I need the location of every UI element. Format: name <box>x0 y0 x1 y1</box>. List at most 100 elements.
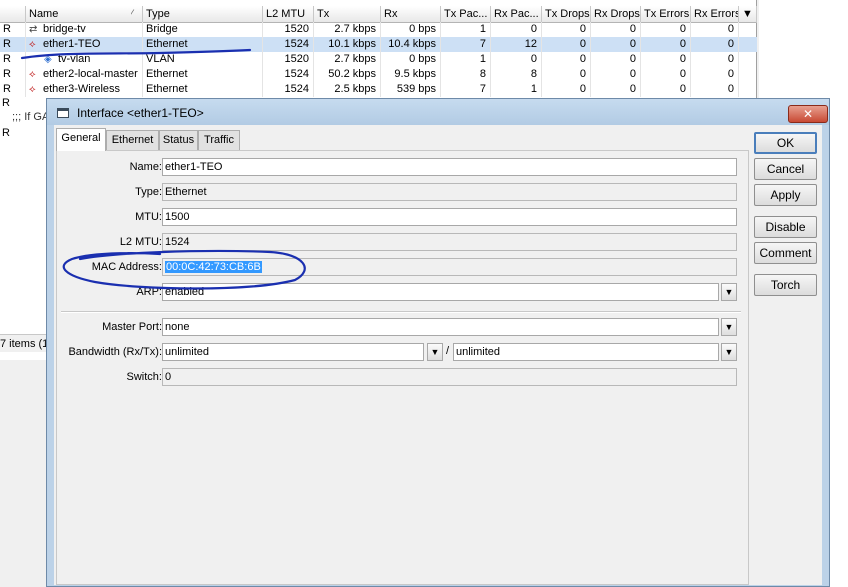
row-tx-errors: 0 <box>641 52 691 67</box>
switch-label: Switch: <box>126 371 162 383</box>
column-header-l2mtu[interactable]: L2 MTU <box>263 6 314 23</box>
table-row[interactable]: R ⟡ ether3-Wireless Ethernet 1524 2.5 kbp… <box>0 82 757 97</box>
dialog-body: General Ethernet Status Traffic Name: et… <box>54 125 822 585</box>
row-tx-drops: 0 <box>542 22 591 37</box>
column-header-flag[interactable] <box>0 6 26 23</box>
window-icon <box>57 108 69 118</box>
column-header-tx-packets[interactable]: Tx Pac... <box>441 6 491 23</box>
general-tab-panel: Name: ether1-TEO Type: Ethernet MTU: 150… <box>56 150 749 585</box>
row-rx-packets: 0 <box>491 22 542 37</box>
row-name: tv-vlan <box>58 53 91 65</box>
dialog-titlebar[interactable]: Interface <ether1-TEO> ✕ <box>47 99 829 125</box>
row-flag: R <box>0 22 26 37</box>
row-name-cell: ⟡ ether3-Wireless <box>26 82 143 97</box>
mtu-field[interactable]: 1500 <box>162 208 737 226</box>
tab-general[interactable]: General <box>56 128 106 151</box>
column-header-tx[interactable]: Tx <box>314 6 381 23</box>
ethernet-icon: ⟡ <box>29 69 36 80</box>
column-header-tx-drops[interactable]: Tx Drops <box>542 6 591 23</box>
row-name-cell: ⟡ ether1-TEO <box>26 37 143 52</box>
tab-traffic[interactable]: Traffic <box>198 130 240 150</box>
row-rx-errors: 0 <box>691 82 739 97</box>
type-field: Ethernet <box>162 183 737 201</box>
mac-address-label: MAC Address: <box>91 261 162 273</box>
row-tx: 50.2 kbps <box>314 67 381 82</box>
close-button[interactable]: ✕ <box>788 105 828 123</box>
column-header-name[interactable]: Name <box>26 6 143 23</box>
master-port-dropdown-icon[interactable]: ▼ <box>721 318 737 336</box>
master-port-select[interactable]: none <box>162 318 719 336</box>
column-header-rx-drops[interactable]: Rx Drops <box>591 6 641 23</box>
row-name: bridge-tv <box>43 23 86 35</box>
column-header-tx-errors[interactable]: Tx Errors <box>641 6 691 23</box>
row-flag: R <box>2 127 10 139</box>
name-field[interactable]: ether1-TEO <box>162 158 737 176</box>
disable-button[interactable]: Disable <box>754 216 817 238</box>
bandwidth-label: Bandwidth (Rx/Tx): <box>68 346 162 358</box>
row-tx-errors: 0 <box>641 37 691 52</box>
arp-dropdown-icon[interactable]: ▼ <box>721 283 737 301</box>
row-rx-drops: 0 <box>591 37 641 52</box>
row-type: Ethernet <box>143 67 263 82</box>
row-rx-drops: 0 <box>591 22 641 37</box>
row-rx-drops: 0 <box>591 67 641 82</box>
row-tx-packets: 7 <box>441 37 491 52</box>
row-tx-drops: 0 <box>542 67 591 82</box>
bandwidth-rx-dropdown-icon[interactable]: ▼ <box>427 343 443 361</box>
row-tx-errors: 0 <box>641 22 691 37</box>
row-name: ether2-local-master <box>43 68 138 80</box>
tab-status[interactable]: Status <box>159 130 198 150</box>
column-header-rx[interactable]: Rx <box>381 6 441 23</box>
row-tx: 10.1 kbps <box>314 37 381 52</box>
l2mtu-label: L2 MTU: <box>119 236 162 248</box>
row-rx: 9.5 kbps <box>381 67 441 82</box>
table-row-selected[interactable]: R ⟡ ether1-TEO Ethernet 1524 10.1 kbps 10… <box>0 37 757 52</box>
arp-select[interactable]: enabled <box>162 283 719 301</box>
ethernet-icon: ⟡ <box>29 39 36 50</box>
column-header-type[interactable]: Type <box>143 6 263 23</box>
row-flag: R <box>0 37 26 52</box>
table-row[interactable]: R ⇄ bridge-tv Bridge 1520 2.7 kbps 0 bps … <box>0 22 757 37</box>
row-flag: R <box>2 97 10 109</box>
row-rx-drops: 0 <box>591 52 641 67</box>
ethernet-icon: ⟡ <box>29 84 36 95</box>
row-type: Ethernet <box>143 37 263 52</box>
row-tx-drops: 0 <box>542 82 591 97</box>
row-rx-drops: 0 <box>591 82 641 97</box>
tab-ethernet[interactable]: Ethernet <box>106 130 159 150</box>
row-name: ether3-Wireless <box>43 83 121 95</box>
ok-button[interactable]: OK <box>754 132 817 154</box>
bandwidth-tx-dropdown-icon[interactable]: ▼ <box>721 343 737 361</box>
row-tx-drops: 0 <box>542 52 591 67</box>
columns-menu-icon[interactable]: ▼ <box>739 6 757 23</box>
comment-button[interactable]: Comment <box>754 242 817 264</box>
apply-button[interactable]: Apply <box>754 184 817 206</box>
column-header-rx-errors[interactable]: Rx Errors <box>691 6 739 23</box>
table-row[interactable]: R ⟡ ether2-local-master Ethernet 1524 50.… <box>0 67 757 82</box>
row-rx-errors: 0 <box>691 22 739 37</box>
type-label: Type: <box>135 186 162 198</box>
row-tx: 2.5 kbps <box>314 82 381 97</box>
row-tx-errors: 0 <box>641 82 691 97</box>
row-tx-packets: 8 <box>441 67 491 82</box>
row-l2mtu: 1524 <box>263 67 314 82</box>
row-rx-packets: 12 <box>491 37 542 52</box>
row-name-cell: ⟡ ether2-local-master <box>26 67 143 82</box>
bandwidth-tx-select[interactable]: unlimited <box>453 343 719 361</box>
table-row[interactable]: R ◈ tv-vlan VLAN 1520 2.7 kbps 0 bps 1 0 … <box>0 52 757 67</box>
row-type: Ethernet <box>143 82 263 97</box>
row-name-cell: ⇄ bridge-tv <box>26 22 143 37</box>
torch-button[interactable]: Torch <box>754 274 817 296</box>
row-type: Bridge <box>143 22 263 37</box>
name-label: Name: <box>129 161 162 173</box>
row-tx: 2.7 kbps <box>314 52 381 67</box>
row-rx-packets: 8 <box>491 67 542 82</box>
bandwidth-rx-select[interactable]: unlimited <box>162 343 424 361</box>
row-name: ether1-TEO <box>43 38 101 50</box>
column-header-rx-packets[interactable]: Rx Pac... <box>491 6 542 23</box>
mac-address-field[interactable]: 00:0C:42:73:CB:6B <box>162 258 737 276</box>
row-tx: 2.7 kbps <box>314 22 381 37</box>
interface-dialog: Interface <ether1-TEO> ✕ General Etherne… <box>46 98 830 587</box>
cancel-button[interactable]: Cancel <box>754 158 817 180</box>
row-flag: R <box>0 82 26 97</box>
